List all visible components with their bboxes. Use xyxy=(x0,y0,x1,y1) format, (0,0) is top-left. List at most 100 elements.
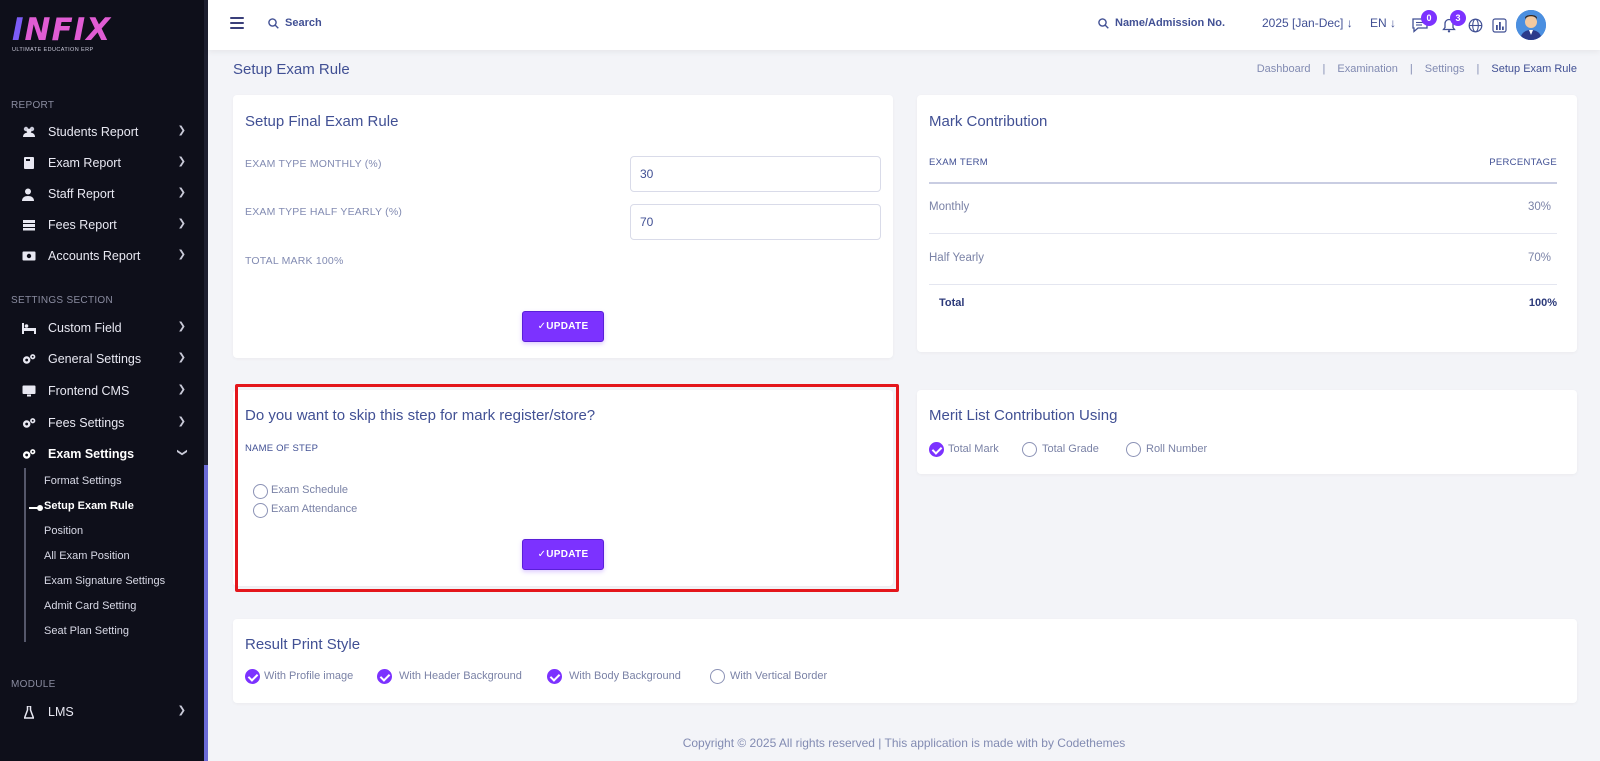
exam-attendance-checkbox[interactable] xyxy=(253,503,268,518)
vertical-border-checkbox[interactable] xyxy=(710,669,725,684)
table-total-label: Total xyxy=(939,297,965,309)
roll-number-radio[interactable] xyxy=(1126,442,1141,457)
total-mark-radio[interactable] xyxy=(929,442,944,457)
sidebar-item-lms[interactable]: LMS ❯ xyxy=(0,698,204,726)
exam-schedule-checkbox[interactable] xyxy=(253,484,268,499)
monthly-label: EXAM TYPE MONTHLY (%) xyxy=(245,158,382,170)
app-logo[interactable]: INFIX ULTIMATE EDUCATION ERP xyxy=(12,14,111,53)
notifications-button[interactable]: 3 xyxy=(1440,10,1466,34)
sidebar-item-staff-report[interactable]: Staff Report ❯ xyxy=(0,180,204,208)
gears-icon xyxy=(22,352,36,366)
sidebar-item-exam-report[interactable]: Exam Report ❯ xyxy=(0,149,204,177)
flask-icon xyxy=(22,705,36,719)
sidebar-item-custom-field[interactable]: Custom Field ❯ xyxy=(0,314,204,342)
body-background-checkbox[interactable] xyxy=(547,669,562,684)
users-icon xyxy=(22,125,36,139)
messages-badge: 0 xyxy=(1421,10,1437,26)
submenu-item-format-settings[interactable]: Format Settings xyxy=(44,475,122,487)
breadcrumb-examination[interactable]: Examination xyxy=(1337,63,1398,75)
chevron-right-icon: ❯ xyxy=(177,125,186,136)
sidebar-item-exam-settings[interactable]: Exam Settings ❯ xyxy=(0,440,204,468)
chevron-right-icon: ❯ xyxy=(177,156,186,167)
footer-copyright: Copyright © 2025 All rights reserved | T… xyxy=(682,736,1126,750)
sidebar-item-fees-report[interactable]: Fees Report ❯ xyxy=(0,211,204,239)
search-placeholder: Search xyxy=(285,17,322,29)
menu-toggle-icon[interactable] xyxy=(230,17,244,31)
card-title: Result Print Style xyxy=(245,636,361,653)
page-title: Setup Exam Rule xyxy=(233,61,350,78)
total-mark-label[interactable]: Total Mark xyxy=(948,443,999,455)
sidebar-item-label: Exam Settings xyxy=(48,447,135,461)
section-title-settings: SETTINGS SECTION xyxy=(11,295,114,306)
admission-placeholder: Name/Admission No. xyxy=(1115,17,1226,29)
breadcrumb-settings[interactable]: Settings xyxy=(1425,63,1465,75)
exam-schedule-label[interactable]: Exam Schedule xyxy=(271,484,348,496)
profile-image-checkbox[interactable] xyxy=(245,669,260,684)
chevron-right-icon: ❯ xyxy=(177,187,186,198)
submenu-item-setup-exam-rule[interactable]: Setup Exam Rule xyxy=(44,500,134,512)
academic-year-select[interactable]: 2025 [Jan-Dec] ↓ xyxy=(1262,16,1353,30)
chevron-right-icon: ❯ xyxy=(177,218,186,229)
exam-attendance-label[interactable]: Exam Attendance xyxy=(271,503,357,515)
total-grade-label[interactable]: Total Grade xyxy=(1042,443,1099,455)
chevron-right-icon: ❯ xyxy=(177,705,186,716)
messages-button[interactable]: 0 xyxy=(1411,10,1437,34)
sidebar-scrollbar[interactable] xyxy=(204,0,208,761)
update-button[interactable]: ✓UPDATE xyxy=(522,311,604,342)
sidebar-item-label: Custom Field xyxy=(48,321,122,335)
table-total-value: 100% xyxy=(1528,297,1557,309)
scrollbar-thumb[interactable] xyxy=(204,465,208,761)
money-icon xyxy=(22,249,36,263)
sidebar-item-general-settings[interactable]: General Settings ❯ xyxy=(0,345,204,373)
breadcrumb-current: Setup Exam Rule xyxy=(1491,63,1577,75)
breadcrumb-separator: | xyxy=(1476,63,1480,75)
submenu-item-exam-signature-settings[interactable]: Exam Signature Settings xyxy=(44,575,165,587)
search-input[interactable]: Search xyxy=(268,17,322,29)
vertical-border-label[interactable]: With Vertical Border xyxy=(730,670,827,682)
admission-search-input[interactable]: Name/Admission No. xyxy=(1098,17,1225,29)
total-grade-radio[interactable] xyxy=(1022,442,1037,457)
update-button[interactable]: ✓UPDATE xyxy=(522,539,604,570)
submenu-item-seat-plan-setting[interactable]: Seat Plan Setting xyxy=(44,625,129,637)
reports-button[interactable] xyxy=(1490,16,1508,34)
skip-step-card: Do you want to skip this step for mark r… xyxy=(233,390,893,586)
monitor-icon xyxy=(22,384,36,398)
submenu-item-all-exam-position[interactable]: All Exam Position xyxy=(44,550,130,562)
half-yearly-percentage-input[interactable] xyxy=(630,204,881,240)
sidebar-item-label: General Settings xyxy=(48,352,142,366)
gears-icon xyxy=(22,416,36,430)
submenu-item-admit-card-setting[interactable]: Admit Card Setting xyxy=(44,600,136,612)
chevron-right-icon: ❯ xyxy=(177,321,186,332)
language-select[interactable]: EN ↓ xyxy=(1370,16,1396,30)
profile-image-label[interactable]: With Profile image xyxy=(264,670,353,682)
header-background-label[interactable]: With Header Background xyxy=(399,670,522,682)
submenu-item-position[interactable]: Position xyxy=(44,525,83,537)
sidebar-item-fees-settings[interactable]: Fees Settings ❯ xyxy=(0,409,204,437)
chevron-right-icon: ❯ xyxy=(177,352,186,363)
user-avatar-icon xyxy=(1516,10,1546,40)
breadcrumb-dashboard[interactable]: Dashboard xyxy=(1257,63,1311,75)
sidebar-item-label: Exam Report xyxy=(48,156,121,170)
sidebar-item-students-report[interactable]: Students Report ❯ xyxy=(0,118,204,146)
header-background-checkbox[interactable] xyxy=(377,669,392,684)
table-divider xyxy=(929,182,1557,184)
website-button[interactable] xyxy=(1466,16,1484,34)
arrow-down-icon: ↓ xyxy=(1346,16,1353,30)
sidebar-item-frontend-cms[interactable]: Frontend CMS ❯ xyxy=(0,377,204,405)
result-print-style-card: Result Print Style With Profile image Wi… xyxy=(233,619,1577,703)
active-indicator xyxy=(29,505,43,511)
table-cell-percentage: 70% xyxy=(1527,252,1551,264)
table-divider xyxy=(929,284,1557,285)
globe-icon xyxy=(1468,18,1482,32)
arrow-down-icon: ↓ xyxy=(1390,16,1397,30)
notifications-badge: 3 xyxy=(1450,10,1466,26)
chevron-right-icon: ❯ xyxy=(177,384,186,395)
gears-icon xyxy=(22,447,36,461)
card-title: Setup Final Exam Rule xyxy=(245,113,399,130)
roll-number-label[interactable]: Roll Number xyxy=(1146,443,1207,455)
body-background-label[interactable]: With Body Background xyxy=(569,670,681,682)
avatar[interactable] xyxy=(1516,10,1546,40)
stack-icon xyxy=(22,218,36,232)
monthly-percentage-input[interactable] xyxy=(630,156,881,192)
sidebar-item-accounts-report[interactable]: Accounts Report ❯ xyxy=(0,242,204,270)
